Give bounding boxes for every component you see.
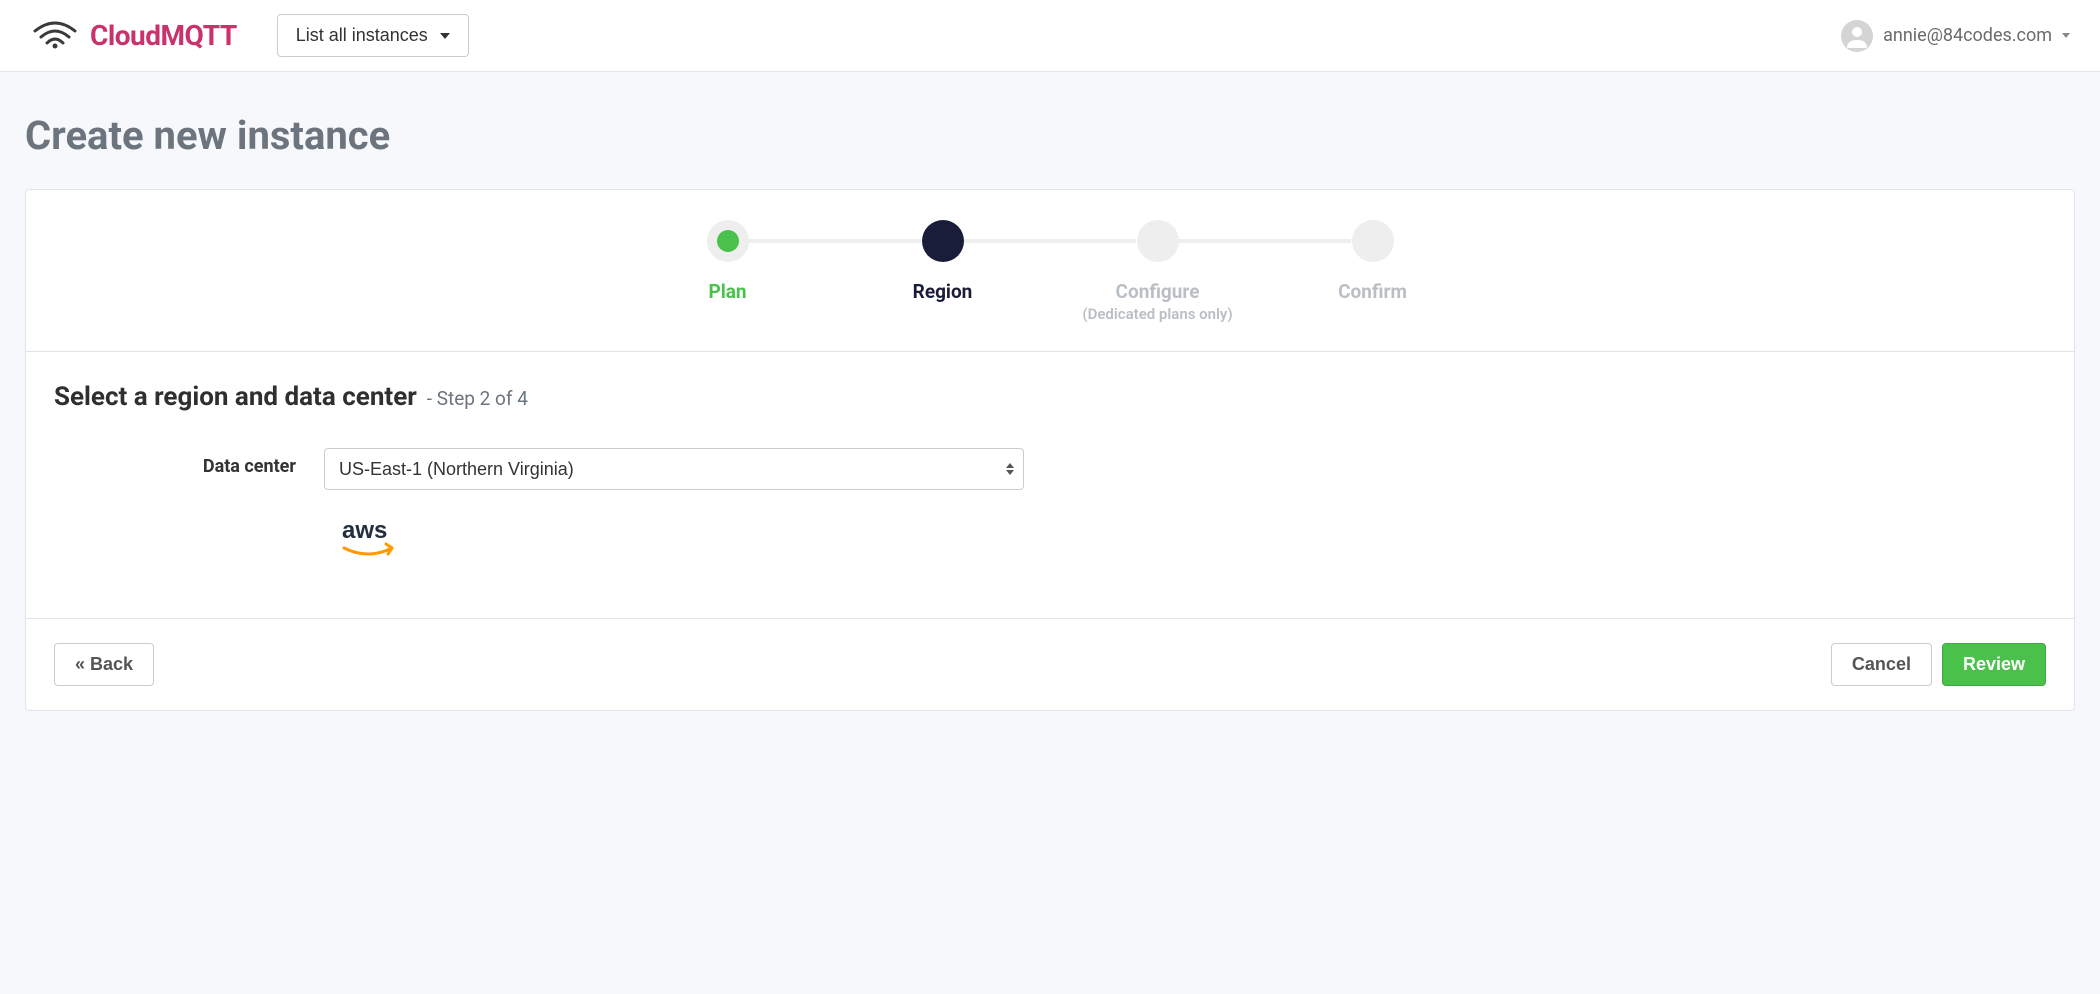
aws-logo: aws xyxy=(334,516,1024,568)
wifi-icon xyxy=(30,19,80,53)
step-configure: Configure (Dedicated plans only) xyxy=(1050,220,1265,323)
step-region[interactable]: Region xyxy=(835,220,1050,303)
user-email: annie@84codes.com xyxy=(1883,25,2052,46)
list-instances-dropdown[interactable]: List all instances xyxy=(277,14,469,57)
avatar xyxy=(1841,20,1873,52)
wizard-card: Plan Region Configure (Dedicated plans o… xyxy=(25,189,2075,711)
data-center-row: Data center US-East-1 (Northern Virginia… xyxy=(54,448,2046,568)
stepper: Plan Region Configure (Dedicated plans o… xyxy=(26,190,2074,352)
brand-logo[interactable]: CloudMQTT xyxy=(30,19,237,53)
step-label: Plan xyxy=(708,280,746,303)
main-container: Create new instance Plan Region Configur… xyxy=(0,72,2100,731)
back-button[interactable]: « Back xyxy=(54,643,154,686)
step-plan[interactable]: Plan xyxy=(620,220,835,303)
footer-actions: « Back Cancel Review xyxy=(26,619,2074,710)
page-title: Create new instance xyxy=(25,112,2075,159)
data-center-select[interactable]: US-East-1 (Northern Virginia) xyxy=(324,448,1024,490)
step-label: Confirm xyxy=(1338,280,1407,303)
caret-down-icon xyxy=(440,33,450,39)
brand-name: CloudMQTT xyxy=(90,19,237,52)
dropdown-label: List all instances xyxy=(296,25,428,46)
cancel-button[interactable]: Cancel xyxy=(1831,643,1932,686)
step-confirm: Confirm xyxy=(1265,220,1480,303)
step-label: Region xyxy=(913,280,973,303)
review-button[interactable]: Review xyxy=(1942,643,2046,686)
section-subtitle: - Step 2 of 4 xyxy=(427,387,528,410)
app-header: CloudMQTT List all instances annie@84cod… xyxy=(0,0,2100,72)
user-menu[interactable]: annie@84codes.com xyxy=(1841,20,2070,52)
data-center-label: Data center xyxy=(54,448,324,477)
form-section: Select a region and data center - Step 2… xyxy=(26,352,2074,619)
step-label: Configure xyxy=(1116,280,1200,303)
caret-down-icon xyxy=(2062,33,2070,38)
step-sublabel: (Dedicated plans only) xyxy=(1082,305,1232,323)
svg-text:aws: aws xyxy=(342,517,387,544)
section-title: Select a region and data center xyxy=(54,382,417,412)
